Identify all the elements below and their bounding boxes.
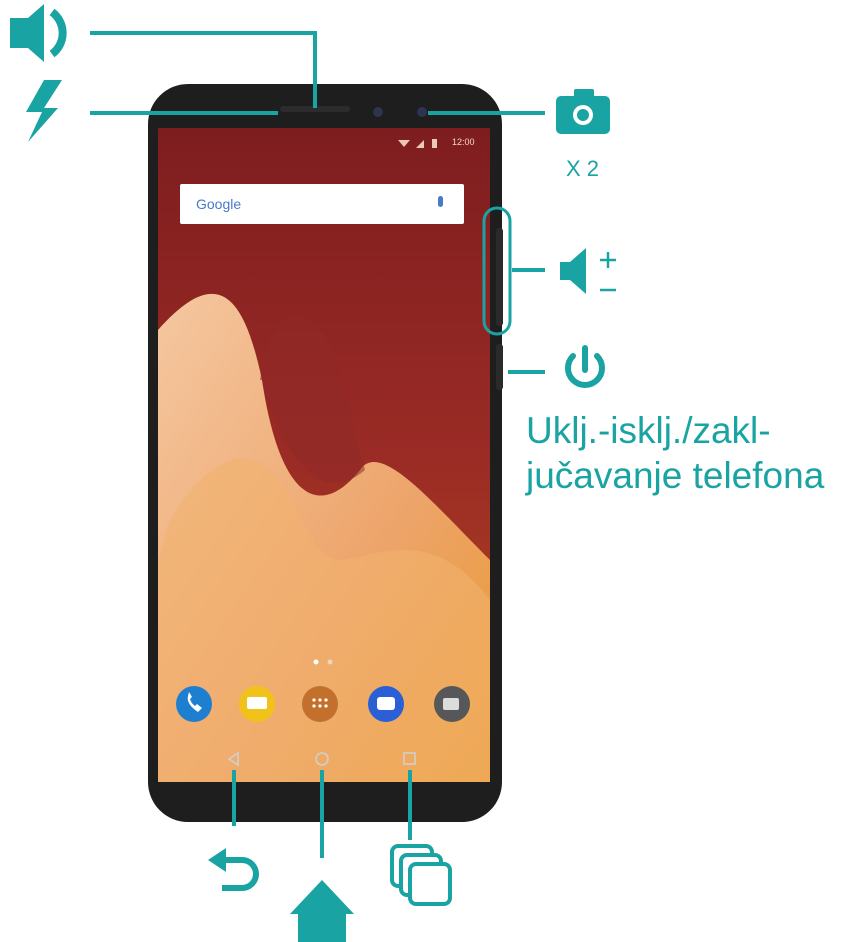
phone bbox=[148, 84, 503, 822]
home-icon bbox=[290, 880, 354, 942]
app-drawer-icon[interactable] bbox=[302, 686, 338, 722]
volume-plus-minus-icon bbox=[560, 248, 616, 294]
mic-icon[interactable] bbox=[438, 196, 443, 207]
power-label-line1: Uklj.-isklj./zakl- bbox=[526, 410, 771, 451]
google-search-logo: Google bbox=[196, 196, 242, 212]
phone-app-icon[interactable] bbox=[176, 686, 212, 722]
status-clock: 12:00 bbox=[452, 137, 475, 147]
messages-glyph bbox=[247, 697, 267, 709]
recent-apps-icon bbox=[390, 844, 452, 906]
back-arrow-icon bbox=[208, 848, 259, 891]
battery-icon bbox=[432, 139, 437, 148]
power-icon bbox=[565, 345, 605, 389]
camera-count-label: X 2 bbox=[566, 156, 600, 181]
page-dot bbox=[313, 659, 319, 665]
page-dot bbox=[327, 659, 333, 665]
front-camera-2 bbox=[417, 107, 427, 117]
speaker-icon bbox=[10, 4, 67, 62]
power-label-line2: jučavanje telefona bbox=[526, 455, 825, 496]
power-button[interactable] bbox=[496, 344, 503, 390]
front-camera-1 bbox=[373, 107, 383, 117]
volume-button[interactable] bbox=[496, 228, 503, 326]
camera-app-glyph bbox=[443, 698, 459, 710]
chat-glyph bbox=[377, 697, 395, 710]
camera-icon bbox=[556, 89, 610, 134]
flash-icon bbox=[26, 80, 62, 142]
